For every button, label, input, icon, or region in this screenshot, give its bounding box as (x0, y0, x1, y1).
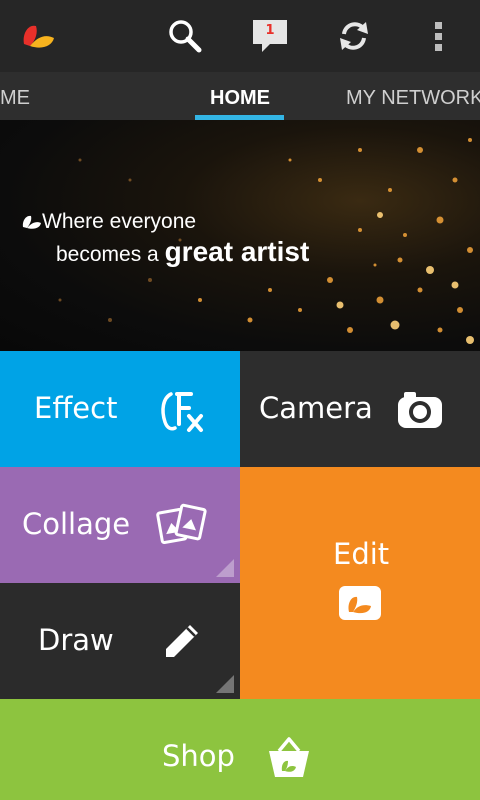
more-vert-icon (435, 22, 442, 51)
pencil-icon (166, 625, 198, 657)
sync-button[interactable] (332, 14, 376, 58)
action-bar: 1 (0, 0, 480, 72)
effect-label: Effect (34, 391, 118, 425)
hero-line-1: Where everyone (42, 210, 197, 233)
shopping-basket-icon (269, 737, 309, 777)
search-button[interactable] (163, 14, 207, 58)
tab-strip: ME HOME MY NETWORK (0, 72, 480, 120)
collage-icon (156, 503, 207, 545)
hero-banner[interactable]: Where everyone becomes a great artist (0, 120, 480, 351)
tab-home[interactable]: HOME (210, 72, 270, 120)
effect-tile[interactable]: Effect (0, 351, 240, 467)
hero-line-2-emphasis: great artist (164, 236, 310, 267)
tab-my-network[interactable]: MY NETWORK (346, 72, 480, 120)
hero-line-2: becomes a great artist (56, 236, 309, 268)
picsart-logo[interactable] (20, 18, 56, 54)
tile-corner-indicator (216, 559, 234, 577)
draw-tile[interactable]: Draw (0, 583, 240, 699)
refresh-icon (340, 22, 368, 50)
tile-corner-indicator (216, 675, 234, 693)
fx-icon (161, 392, 203, 432)
collage-tile[interactable]: Collage (0, 467, 240, 583)
hero-line-2-prefix: becomes a (56, 243, 159, 266)
shop-tile[interactable]: Shop (0, 699, 480, 800)
tab-me[interactable]: ME (0, 72, 30, 120)
draw-label: Draw (38, 623, 114, 657)
camera-tile[interactable]: Camera (240, 351, 480, 467)
notifications-button[interactable]: 1 (248, 14, 292, 58)
search-icon (169, 20, 202, 53)
camera-label: Camera (259, 391, 373, 425)
edit-photo-icon (339, 586, 381, 620)
camera-icon (398, 392, 442, 428)
edit-tile[interactable]: Edit (240, 467, 480, 699)
edit-label: Edit (333, 537, 390, 571)
shop-label: Shop (162, 739, 235, 773)
notification-count: 1 (265, 23, 275, 38)
overflow-menu-button[interactable] (416, 14, 460, 58)
collage-label: Collage (22, 507, 131, 541)
picsart-mark-icon (22, 215, 41, 229)
